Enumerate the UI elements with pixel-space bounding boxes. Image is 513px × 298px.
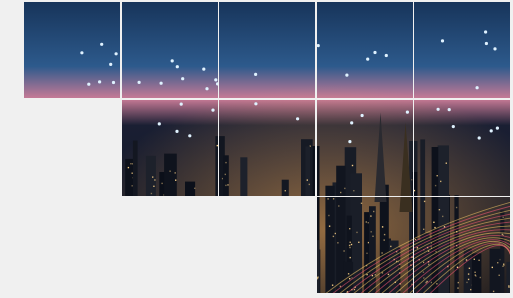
image-tile-r1-c3[interactable]: [219, 2, 315, 98]
image-tile-r1-c5[interactable]: [414, 2, 510, 98]
image-tile-r2-c4[interactable]: [316, 99, 413, 196]
tile-image: [316, 99, 413, 196]
tile-image: [414, 197, 510, 293]
tile-image: [414, 99, 510, 196]
tile-image: [219, 99, 315, 196]
image-tile-r1-c4[interactable]: [316, 2, 413, 98]
image-tile-r2-c2[interactable]: [121, 99, 218, 196]
tile-image: [24, 2, 120, 98]
image-tile-r1-c1[interactable]: [24, 2, 120, 98]
tile-image: [316, 197, 413, 293]
tile-image: [121, 2, 218, 98]
image-tile-r3-c4[interactable]: [316, 197, 413, 293]
tile-image: [316, 2, 413, 98]
tile-image: [219, 2, 315, 98]
tile-image: [414, 2, 510, 98]
image-tile-r2-c5[interactable]: [414, 99, 510, 196]
image-tile-r3-c5[interactable]: [414, 197, 510, 293]
image-tile-r2-c3[interactable]: [219, 99, 315, 196]
tile-image: [121, 99, 218, 196]
image-tile-grid: [0, 0, 513, 298]
image-tile-r1-c2[interactable]: [121, 2, 218, 98]
